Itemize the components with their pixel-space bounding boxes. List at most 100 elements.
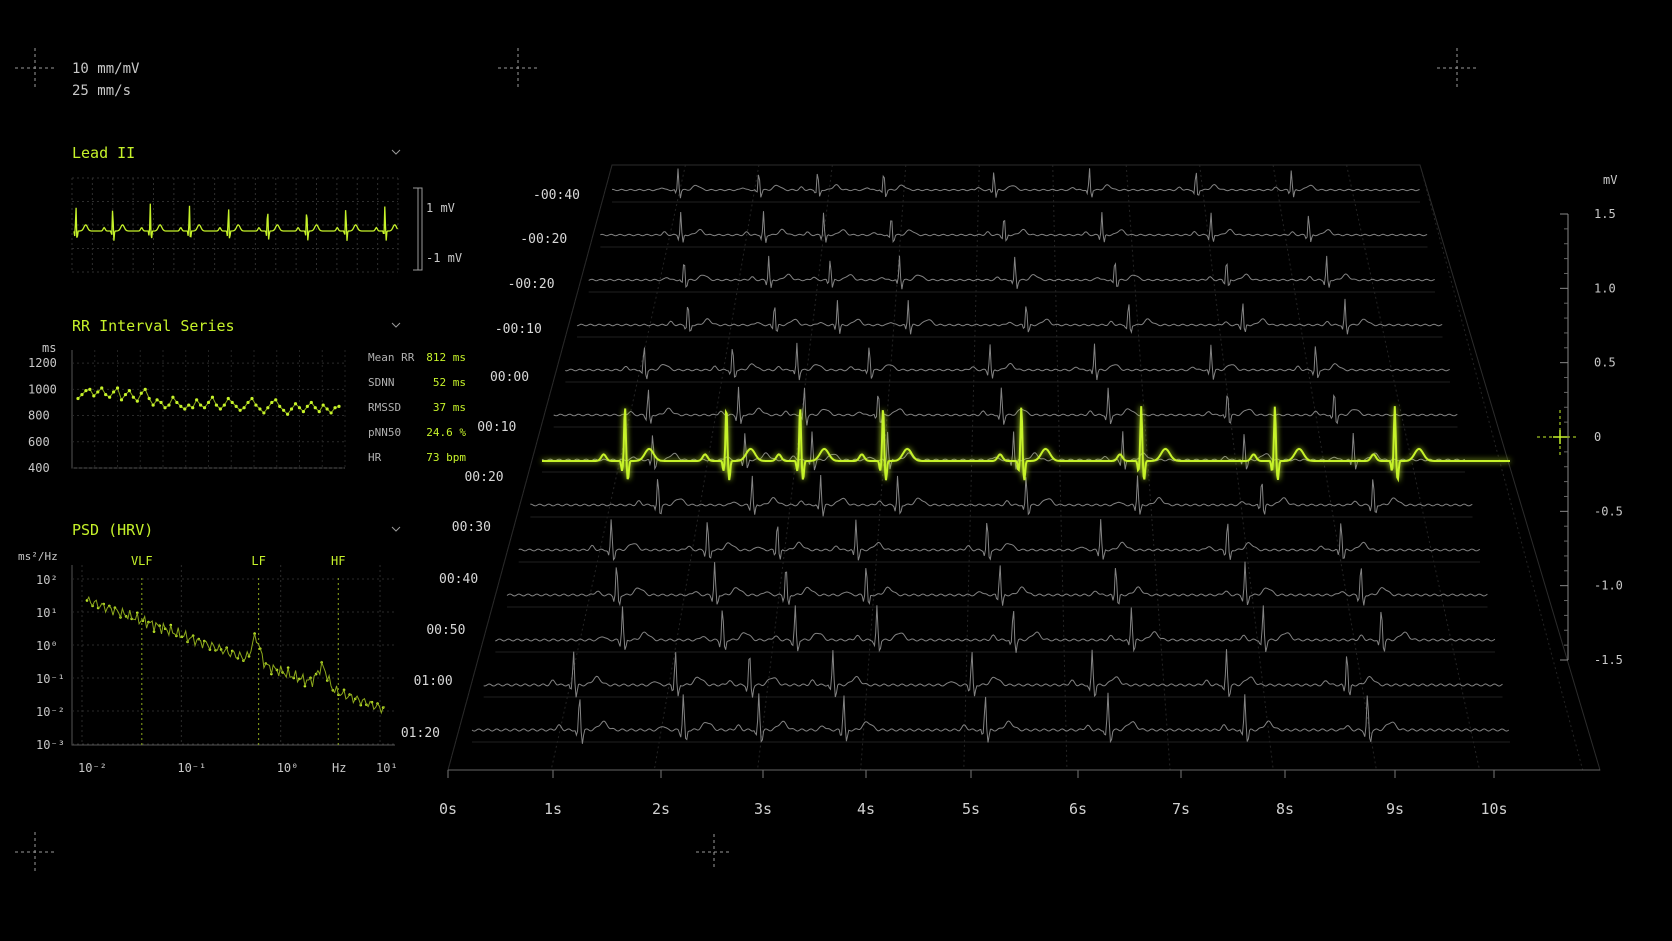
waterfall-trace xyxy=(495,605,1496,653)
rr-point xyxy=(313,406,317,410)
rr-point xyxy=(238,408,242,412)
x-tick-label: 10s xyxy=(1480,800,1507,818)
chevron-down-icon[interactable] xyxy=(391,526,401,532)
stat-label: Mean RR xyxy=(368,351,415,364)
grid-line xyxy=(653,164,760,771)
grid-line xyxy=(860,164,907,771)
time-label: 00:50 xyxy=(426,623,465,638)
rr-point xyxy=(317,410,321,414)
time-label: 01:20 xyxy=(401,726,440,741)
rr-point xyxy=(333,406,337,410)
rr-point xyxy=(270,400,274,405)
rr-point xyxy=(96,390,100,394)
stat-label: pNN50 xyxy=(368,426,401,439)
rr-point xyxy=(80,392,84,397)
rr-point xyxy=(84,389,88,393)
grid-line xyxy=(1052,164,1068,771)
waterfall-trace xyxy=(506,561,1488,607)
rr-y-tick: 600 xyxy=(28,435,50,449)
cursor-crosshair-icon[interactable] xyxy=(1537,410,1577,458)
psd-panel: PSD (HRV) ms²/Hz 10² 10¹ 10⁰ 10⁻¹ 10⁻² 10⁻³ 10… xyxy=(18,521,401,775)
x-tick-label: 6s xyxy=(1069,800,1087,818)
time-label: 00:00 xyxy=(490,370,529,385)
rr-point xyxy=(250,396,254,401)
x-tick-label: 1s xyxy=(544,800,562,818)
stat-value: 73 bpm xyxy=(426,451,466,464)
rr-point xyxy=(155,398,159,402)
rr-point xyxy=(329,411,333,415)
mv-tick-label: 0.5 xyxy=(1594,356,1616,370)
stat-value: 812 ms xyxy=(426,351,466,364)
psd-series xyxy=(85,595,386,715)
waterfall-trace xyxy=(565,342,1450,381)
rr-point xyxy=(226,396,230,401)
rr-point xyxy=(139,391,143,395)
crosshair-icon xyxy=(1437,48,1477,88)
scale-bracket xyxy=(413,187,423,271)
chevron-down-icon[interactable] xyxy=(391,322,401,328)
rr-point xyxy=(179,404,183,408)
lead-panel: Lead II 1 mV -1 mV xyxy=(71,144,462,273)
psd-unit-label: ms²/Hz xyxy=(18,550,58,563)
chevron-down-icon[interactable] xyxy=(391,149,401,155)
time-label: -00:20 xyxy=(520,232,567,247)
scale-top-label: 1 mV xyxy=(426,201,455,215)
mv-scale: mV 1.5 1.0 0.5 0 -0.5 -1.0 -1.5 xyxy=(1537,173,1623,667)
psd-x-tick: 10⁻² xyxy=(78,761,107,775)
psd-axis xyxy=(71,565,395,746)
rr-point xyxy=(104,392,108,397)
rr-point xyxy=(325,407,329,411)
scale-bottom-label: -1 mV xyxy=(426,251,462,265)
mv-tick-label: 0 xyxy=(1594,430,1601,444)
lead-ii-trace xyxy=(73,203,398,241)
waterfall-trace xyxy=(576,298,1443,335)
rr-point xyxy=(266,406,270,410)
x-tick-label: 4s xyxy=(857,800,875,818)
x-tick-label: 8s xyxy=(1276,800,1294,818)
rr-point xyxy=(222,403,226,407)
rr-point xyxy=(195,398,199,402)
x-tick-label: 5s xyxy=(962,800,980,818)
rr-point xyxy=(147,396,151,401)
crosshair-icon xyxy=(15,832,55,872)
gain-label: 10 mm/mV xyxy=(72,61,140,77)
time-label: -00:20 xyxy=(508,277,555,292)
rr-point xyxy=(143,387,147,391)
rr-point xyxy=(285,412,290,416)
psd-y-tick: 10¹ xyxy=(36,606,58,620)
rr-point xyxy=(309,400,313,405)
current-beat-trace xyxy=(542,406,1510,483)
stat-label: RMSSD xyxy=(368,401,401,414)
mv-tick-label: 1.5 xyxy=(1594,207,1616,221)
rr-point xyxy=(254,403,258,407)
rr-point xyxy=(100,386,104,390)
rr-point xyxy=(88,387,92,391)
x-tick-label: 2s xyxy=(652,800,670,818)
rr-point xyxy=(111,390,116,394)
rr-point xyxy=(258,407,262,411)
band-label: VLF xyxy=(131,554,153,568)
rr-point xyxy=(115,386,120,390)
psd-panel-title: PSD (HRV) xyxy=(72,521,153,539)
rr-point xyxy=(151,403,155,407)
rr-point xyxy=(262,411,266,415)
rr-point xyxy=(297,406,302,410)
rr-point xyxy=(171,395,175,399)
rr-point xyxy=(246,400,250,405)
rr-point xyxy=(131,395,135,399)
grid-line xyxy=(963,164,980,771)
rr-point xyxy=(92,394,96,398)
crosshair-icon xyxy=(15,48,55,88)
x-tick-label: 3s xyxy=(754,800,772,818)
time-label: -00:10 xyxy=(495,322,542,337)
rr-point xyxy=(305,404,309,408)
waterfall-trace xyxy=(471,692,1510,744)
stat-label: SDNN xyxy=(368,376,395,389)
rr-point xyxy=(187,403,191,407)
rr-point xyxy=(282,408,286,412)
rr-point xyxy=(278,404,282,408)
rr-point xyxy=(337,404,341,408)
rr-point xyxy=(293,402,298,406)
mv-tick-label: 1.0 xyxy=(1594,281,1616,295)
psd-y-tick: 10⁻² xyxy=(36,705,65,719)
